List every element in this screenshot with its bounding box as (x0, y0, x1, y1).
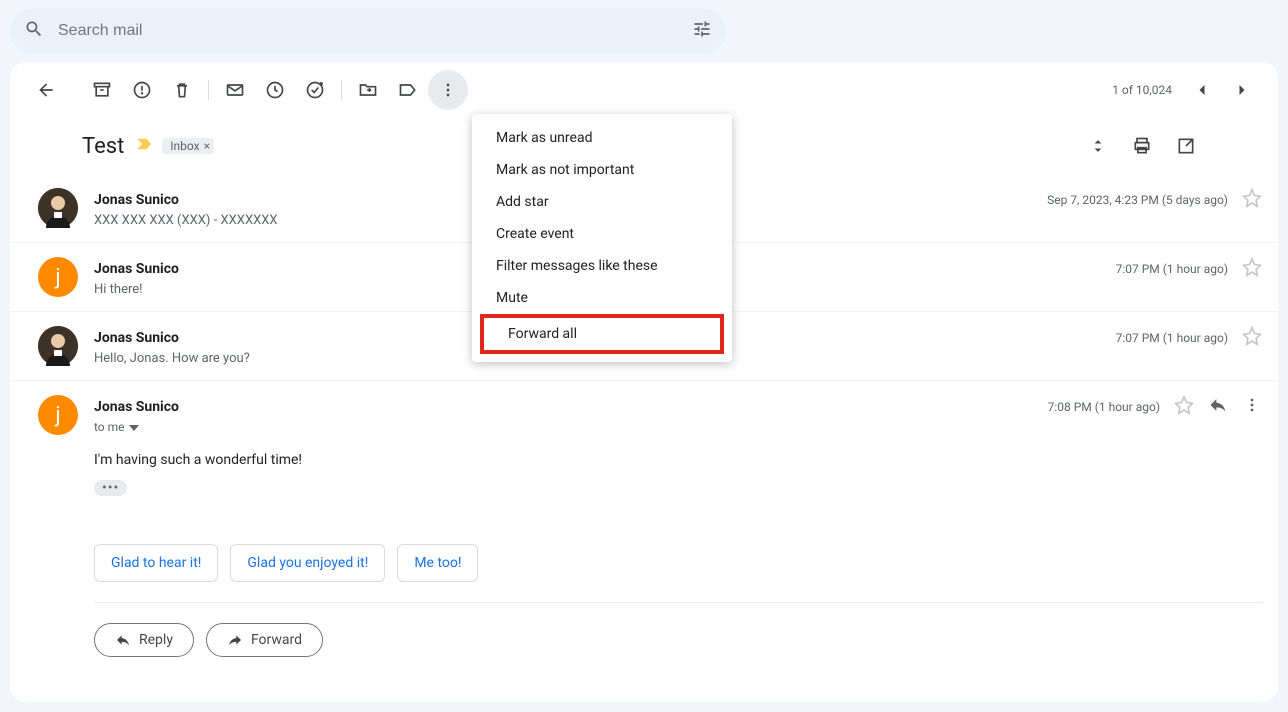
show-details-icon[interactable] (129, 420, 139, 434)
sender-name: Jonas Sunico (94, 330, 179, 346)
page-count: 1 of 10,024 (1112, 83, 1172, 97)
avatar (38, 188, 78, 228)
more-button[interactable] (428, 70, 468, 110)
mark-unread-button[interactable] (215, 70, 255, 110)
archive-button[interactable] (82, 70, 122, 110)
newer-button[interactable] (1182, 70, 1222, 110)
message-time: 7:07 PM (1 hour ago) (1116, 331, 1228, 345)
star-icon[interactable] (1242, 257, 1262, 280)
more-menu: Mark as unread Mark as not important Add… (472, 114, 732, 362)
remove-label-icon[interactable]: × (204, 139, 210, 153)
highlight-annotation: Forward all (480, 314, 724, 354)
menu-forward-all[interactable]: Forward all (484, 318, 720, 350)
labels-button[interactable] (388, 70, 428, 110)
older-button[interactable] (1222, 70, 1262, 110)
message-time: 7:08 PM (1 hour ago) (1048, 400, 1160, 414)
smart-reply-chip[interactable]: Glad to hear it! (94, 544, 218, 582)
search-input[interactable] (58, 22, 692, 40)
avatar: j (38, 395, 78, 435)
message-time: Sep 7, 2023, 4:23 PM (5 days ago) (1047, 193, 1228, 207)
reply-icon[interactable] (1208, 395, 1228, 418)
importance-marker-icon[interactable] (136, 137, 154, 155)
menu-filter-messages[interactable]: Filter messages like these (472, 250, 732, 282)
menu-mute[interactable]: Mute (472, 282, 732, 314)
recipient-line: to me (94, 420, 125, 434)
star-icon[interactable] (1242, 188, 1262, 211)
sender-name: Jonas Sunico (94, 261, 179, 277)
print-button[interactable] (1122, 126, 1162, 166)
smart-reply-chip[interactable]: Glad you enjoyed it! (230, 544, 385, 582)
snooze-button[interactable] (255, 70, 295, 110)
email-subject: Test (82, 134, 124, 159)
star-icon[interactable] (1174, 395, 1194, 418)
menu-add-star[interactable]: Add star (472, 186, 732, 218)
message-expanded: j Jonas Sunico 7:08 PM (1 hour ago) (10, 381, 1278, 681)
avatar: j (38, 257, 78, 297)
avatar (38, 326, 78, 366)
toolbar-divider (208, 80, 209, 100)
menu-mark-not-important[interactable]: Mark as not important (472, 154, 732, 186)
message-body: I'm having such a wonderful time! (94, 452, 1262, 468)
expand-all-button[interactable] (1078, 126, 1118, 166)
reply-label: Reply (139, 632, 173, 648)
add-to-tasks-button[interactable] (295, 70, 335, 110)
delete-button[interactable] (162, 70, 202, 110)
report-spam-button[interactable] (122, 70, 162, 110)
reply-forward-row: Reply Forward (94, 602, 1262, 681)
show-trimmed-button[interactable]: ••• (94, 480, 127, 496)
forward-button[interactable]: Forward (206, 623, 323, 657)
email-content-panel: 1 of 10,024 Mark as unread Mark as not i… (10, 62, 1278, 702)
forward-label: Forward (251, 632, 302, 648)
open-new-window-button[interactable] (1166, 126, 1206, 166)
smart-reply-row: Glad to hear it! Glad you enjoyed it! Me… (94, 544, 1262, 582)
back-button[interactable] (26, 70, 66, 110)
smart-reply-chip[interactable]: Me too! (397, 544, 478, 582)
label-text: Inbox (170, 139, 199, 153)
star-icon[interactable] (1242, 326, 1262, 349)
toolbar: 1 of 10,024 (10, 62, 1278, 118)
toolbar-divider (341, 80, 342, 100)
label-chip[interactable]: Inbox × (162, 138, 214, 154)
tune-icon[interactable] (692, 19, 712, 43)
message-more-icon[interactable] (1242, 395, 1262, 418)
menu-create-event[interactable]: Create event (472, 218, 732, 250)
sender-name: Jonas Sunico (94, 192, 179, 208)
sender-name: Jonas Sunico (94, 399, 179, 415)
reply-button[interactable]: Reply (94, 623, 194, 657)
move-to-button[interactable] (348, 70, 388, 110)
menu-mark-unread[interactable]: Mark as unread (472, 122, 732, 154)
message-time: 7:07 PM (1 hour ago) (1116, 262, 1228, 276)
search-icon (24, 19, 44, 43)
search-bar[interactable] (10, 8, 726, 54)
